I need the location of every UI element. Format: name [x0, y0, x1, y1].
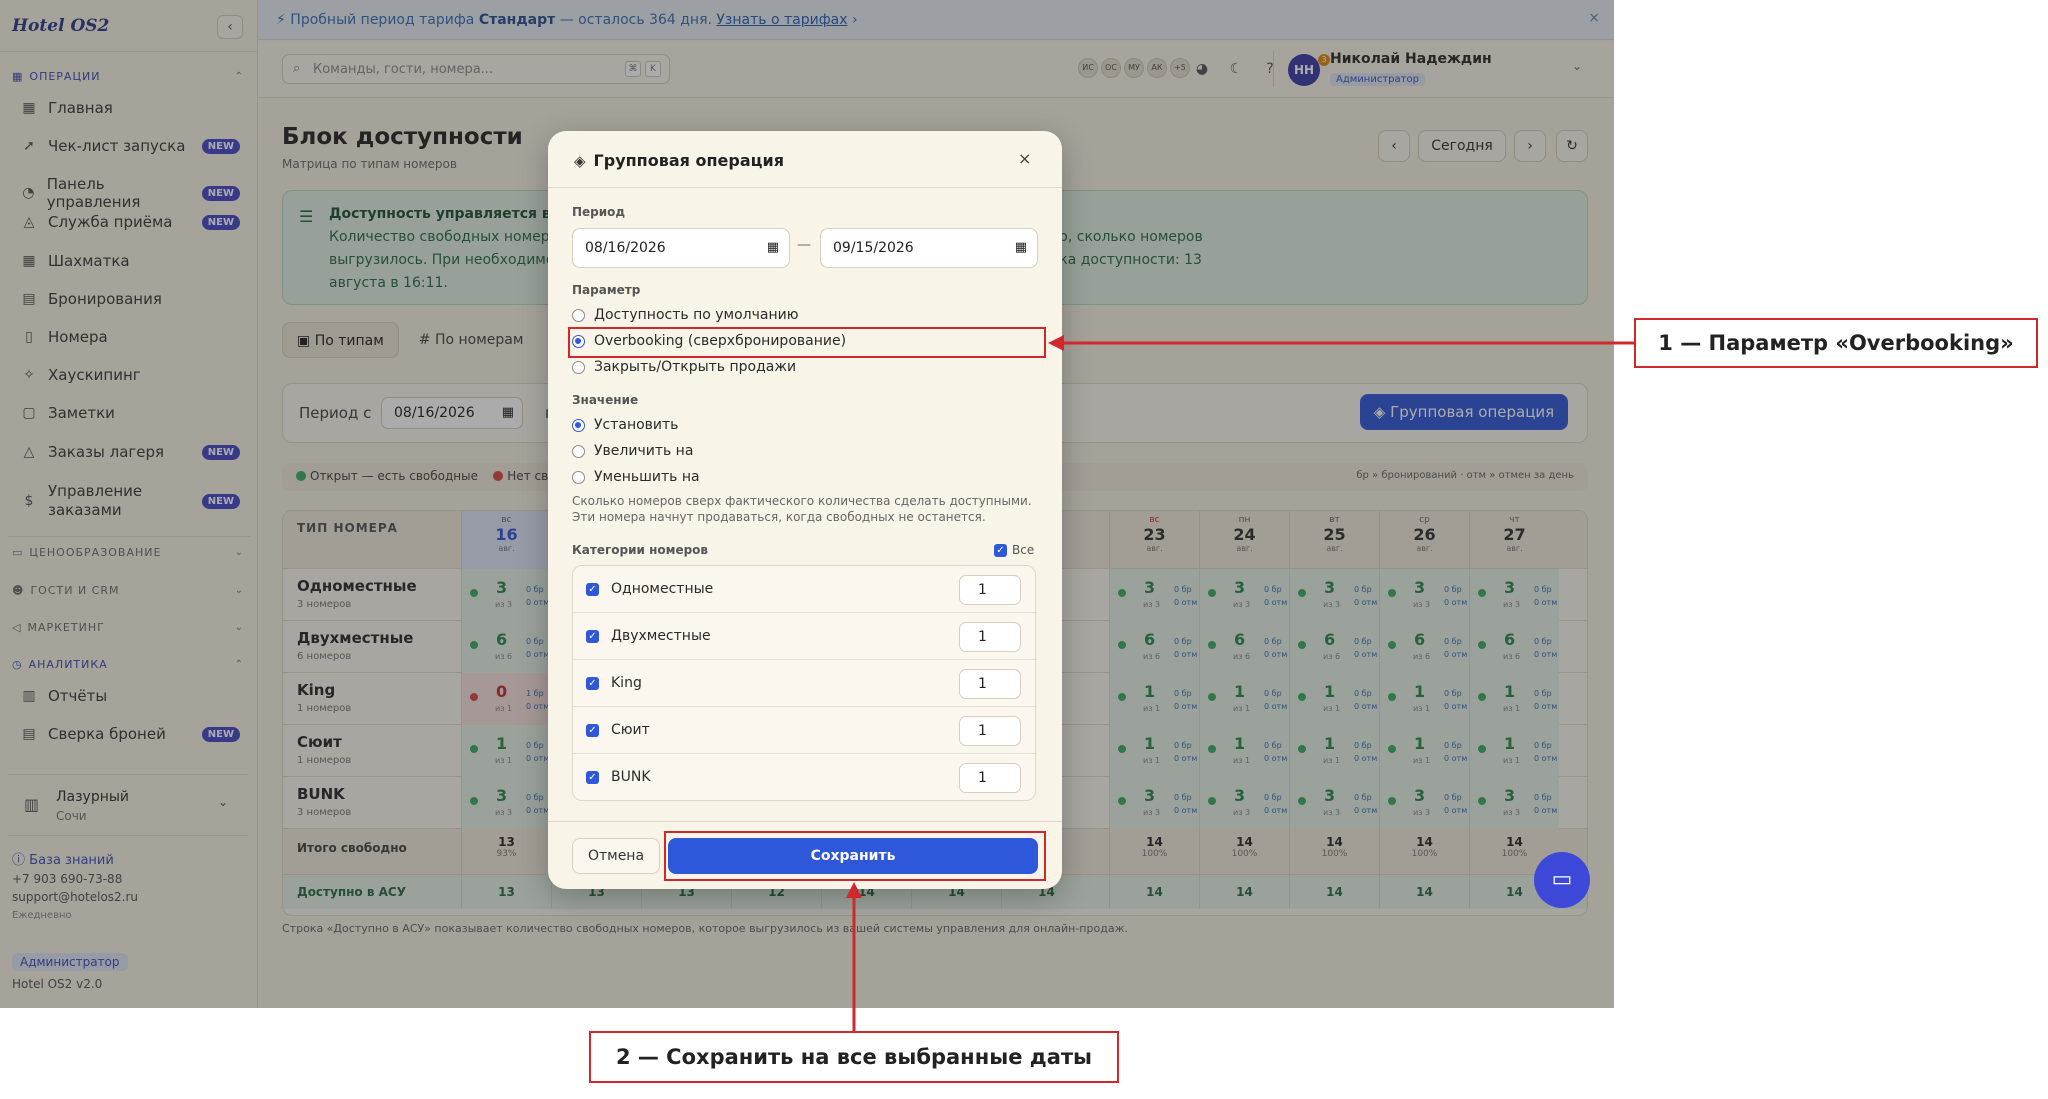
arrowhead-overbooking	[1048, 335, 1064, 351]
annotation-arrows	[846, 335, 1634, 1031]
arrowhead-save	[846, 882, 862, 898]
